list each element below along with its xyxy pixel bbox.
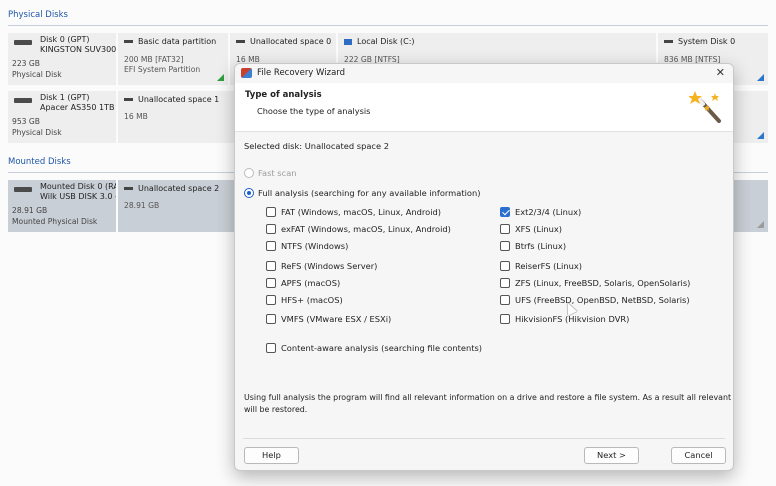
- fast-scan-radio[interactable]: [244, 168, 254, 178]
- partition-title-text: Unallocated space 2: [138, 184, 220, 193]
- partition-title: Unallocated space 2: [124, 184, 219, 193]
- fs-label: Ext2/3/4 (Linux): [515, 207, 582, 217]
- header-subtitle: Choose the type of analysis: [257, 106, 371, 116]
- disk-tile-0[interactable]: Disk 0 (GPT) KINGSTON SUV300S 223 GB Phy…: [8, 33, 116, 85]
- full-analysis-label: Full analysis (searching for any availab…: [258, 188, 481, 198]
- disk-tile-1[interactable]: Disk 1 (GPT) Apacer AS350 1TB 953 GB Phy…: [8, 91, 116, 143]
- disk-name: Disk 1 (GPT): [40, 93, 90, 102]
- fs-checkbox-ufs[interactable]: [500, 295, 510, 305]
- disk-size: 223 GB: [12, 59, 41, 68]
- disk-size: 953 GB: [12, 117, 41, 126]
- dialog-titlebar[interactable]: File Recovery Wizard ✕: [235, 64, 733, 83]
- partition-icon: [236, 40, 245, 43]
- fs-label: VMFS (VMware ESX / ESXi): [281, 314, 392, 324]
- fs-label: HFS+ (macOS): [281, 295, 343, 305]
- disk-kind: Physical Disk: [12, 70, 62, 79]
- magic-wand-icon: [689, 91, 721, 123]
- fs-checkbox-apfs[interactable]: [266, 278, 276, 288]
- fs-label: ReiserFS (Linux): [515, 261, 582, 271]
- partition-size: 28.91 GB: [124, 201, 160, 210]
- disk-model: Wilk USB DISK 3.0 -: [40, 192, 116, 201]
- partition-icon: [664, 40, 673, 43]
- physical-disks-title: Physical Disks: [8, 10, 68, 20]
- partition-corner-icon: [757, 132, 764, 139]
- content-aware-checkbox[interactable]: [266, 343, 276, 353]
- partition-icon: [124, 98, 133, 101]
- partition-title: Basic data partition: [124, 37, 216, 46]
- partition-title: Local Disk (C:): [344, 37, 415, 46]
- fast-scan-label: Fast scan: [258, 168, 297, 178]
- close-icon[interactable]: ✕: [716, 66, 725, 79]
- usb-disk-icon: [14, 187, 32, 192]
- fs-checkbox-ntfs[interactable]: [266, 241, 276, 251]
- partition-tile[interactable]: Basic data partition 200 MB [FAT32] EFI …: [118, 33, 228, 85]
- disk-model: KINGSTON SUV300S: [40, 45, 116, 54]
- fs-checkbox-ext[interactable]: [500, 207, 510, 217]
- footer-divider: [243, 438, 725, 439]
- partition-title: Unallocated space 1: [124, 95, 219, 104]
- mounted-disks-title: Mounted Disks: [8, 157, 71, 167]
- cancel-button[interactable]: Cancel: [671, 447, 726, 464]
- next-button[interactable]: Next >: [584, 447, 639, 464]
- fs-checkbox-exfat[interactable]: [266, 224, 276, 234]
- fs-label: HikvisionFS (Hikvision DVR): [515, 314, 630, 324]
- partition-title-text: System Disk 0: [678, 37, 736, 46]
- hard-disk-icon: [14, 98, 32, 103]
- partition-title: Unallocated space 0: [236, 37, 331, 46]
- partition-title-text: Unallocated space 0: [250, 37, 332, 46]
- selected-disk-text: Selected disk: Unallocated space 2: [244, 141, 390, 151]
- fs-checkbox-vmfs[interactable]: [266, 314, 276, 324]
- partition-type: EFI System Partition: [124, 65, 201, 74]
- mounted-disk-tile-0[interactable]: Mounted Disk 0 (RA Wilk USB DISK 3.0 - 2…: [8, 180, 116, 232]
- partition-size: 16 MB: [124, 112, 148, 121]
- info-text-line1: Using full analysis the program will fin…: [244, 393, 734, 402]
- dialog-title: File Recovery Wizard: [257, 68, 346, 78]
- fs-label: UFS (FreeBSD, OpenBSD, NetBSD, Solaris): [515, 295, 690, 305]
- fs-label: exFAT (Windows, macOS, Linux, Android): [281, 224, 451, 234]
- info-text-line2: will be restored.: [244, 405, 308, 414]
- content-aware-label: Content-aware analysis (searching file c…: [281, 343, 483, 353]
- partition-title: System Disk 0: [664, 37, 735, 46]
- fs-checkbox-btrfs[interactable]: [500, 241, 510, 251]
- app-icon: [241, 68, 252, 78]
- disk-model: Apacer AS350 1TB: [40, 103, 115, 112]
- full-analysis-radio[interactable]: [244, 188, 254, 198]
- fs-label: ReFS (Windows Server): [281, 261, 378, 271]
- fs-checkbox-refs[interactable]: [266, 261, 276, 271]
- help-button[interactable]: Help: [244, 447, 299, 464]
- partition-size: 200 MB [FAT32]: [124, 55, 184, 64]
- dialog-header: Type of analysis Choose the type of anal…: [235, 83, 733, 132]
- fs-label: FAT (Windows, macOS, Linux, Android): [281, 207, 442, 217]
- windows-drive-icon: [344, 38, 352, 45]
- fs-checkbox-zfs[interactable]: [500, 278, 510, 288]
- disk-name: Disk 0 (GPT): [40, 35, 90, 44]
- partition-title-text: Unallocated space 1: [138, 95, 220, 104]
- partition-corner-icon: [757, 74, 764, 81]
- partition-icon: [124, 187, 133, 190]
- section-divider: [8, 25, 768, 26]
- fs-label: NTFS (Windows): [281, 241, 349, 251]
- fs-label: ZFS (Linux, FreeBSD, Solaris, OpenSolari…: [515, 278, 691, 288]
- disk-kind: Mounted Physical Disk: [12, 217, 98, 226]
- fs-label: Btrfs (Linux): [515, 241, 567, 251]
- fs-checkbox-xfs[interactable]: [500, 224, 510, 234]
- header-title: Type of analysis: [245, 90, 322, 100]
- fs-checkbox-reiserfs[interactable]: [500, 261, 510, 271]
- disk-size: 28.91 GB: [12, 206, 48, 215]
- fs-label: APFS (macOS): [281, 278, 341, 288]
- disk-name: Mounted Disk 0 (RA: [40, 182, 116, 191]
- hard-disk-icon: [14, 40, 32, 45]
- fs-checkbox-hfs[interactable]: [266, 295, 276, 305]
- disk-kind: Physical Disk: [12, 128, 62, 137]
- partition-corner-icon: [757, 221, 764, 228]
- fs-checkbox-hikvisionfs[interactable]: [500, 314, 510, 324]
- partition-title-text: Local Disk (C:): [357, 37, 415, 46]
- partition-icon: [124, 40, 133, 43]
- fs-checkbox-fat[interactable]: [266, 207, 276, 217]
- fs-label: XFS (Linux): [515, 224, 563, 234]
- partition-corner-icon: [217, 74, 224, 81]
- file-recovery-wizard-dialog: File Recovery Wizard ✕ Type of analysis …: [234, 63, 734, 471]
- partition-title-text: Basic data partition: [138, 37, 217, 46]
